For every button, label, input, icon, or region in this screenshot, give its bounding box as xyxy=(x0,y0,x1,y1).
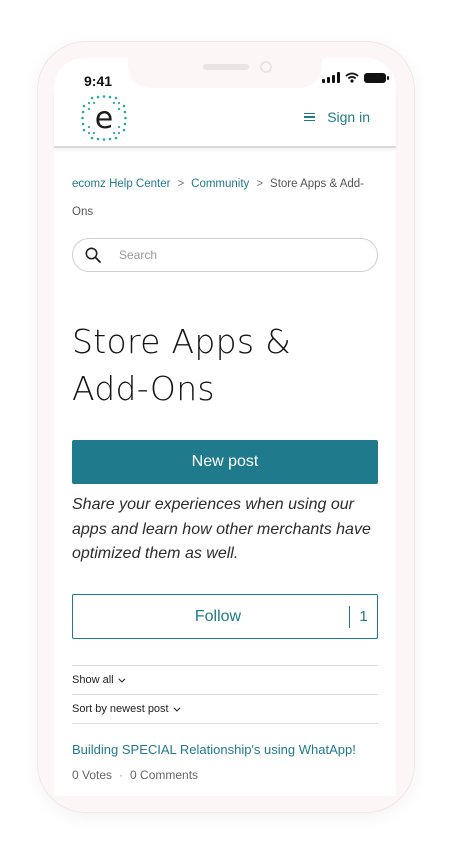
breadcrumb-separator: > xyxy=(256,178,264,190)
sort-label[interactable]: Sort by newest post xyxy=(72,703,169,715)
phone-speaker xyxy=(203,64,249,70)
signin-link[interactable]: Sign in xyxy=(327,109,370,125)
post-votes: 0 Votes xyxy=(72,768,113,782)
show-all-dropdown[interactable]: Show all xyxy=(72,666,378,695)
new-post-button[interactable]: New post xyxy=(72,440,378,484)
menu-signin[interactable]: Sign in xyxy=(304,109,370,125)
breadcrumb-separator: > xyxy=(177,178,185,190)
search-bar[interactable] xyxy=(72,238,378,272)
phone-camera xyxy=(260,61,272,73)
breadcrumb: ecomz Help Center > Community > Store Apps &… xyxy=(72,170,372,226)
post-comments: 0 Comments xyxy=(130,768,199,782)
meta-separator: · xyxy=(119,768,124,782)
post-filters: Show all Sort by newest post xyxy=(72,665,378,724)
breadcrumb-help-center[interactable]: ecomz Help Center xyxy=(72,178,170,190)
post-title-link[interactable]: Building SPECIAL Relationship's using Wh… xyxy=(72,742,356,757)
logo-letter: e xyxy=(95,101,113,136)
topic-description: Share your experiences when using our ap… xyxy=(72,496,371,562)
follow-button[interactable]: Follow 1 xyxy=(72,594,378,639)
status-icons xyxy=(322,72,389,83)
page-title: Store Apps & Add-Ons xyxy=(72,318,372,412)
wifi-icon xyxy=(345,72,359,83)
signal-icon xyxy=(322,72,340,83)
site-header: e Sign in xyxy=(54,88,396,148)
show-all-label[interactable]: Show all xyxy=(72,674,114,686)
search-icon xyxy=(85,247,101,263)
sort-dropdown[interactable]: Sort by newest post xyxy=(72,695,378,724)
follow-label[interactable]: Follow xyxy=(73,608,349,626)
page-title-line-1: Store Apps & xyxy=(72,322,292,361)
status-time: 9:41 xyxy=(84,73,113,89)
breadcrumb-community[interactable]: Community xyxy=(191,178,249,190)
search-input[interactable] xyxy=(119,248,339,262)
chevron-down-icon xyxy=(172,704,181,712)
post-meta: 0 Votes · 0 Comments xyxy=(72,768,198,782)
page-title-line-2: Add-Ons xyxy=(72,369,215,408)
ecomz-logo[interactable]: e xyxy=(78,92,130,144)
follower-count: 1 xyxy=(349,605,377,628)
battery-icon xyxy=(364,72,389,83)
hamburger-icon[interactable] xyxy=(304,112,316,122)
chevron-down-icon xyxy=(117,675,126,683)
